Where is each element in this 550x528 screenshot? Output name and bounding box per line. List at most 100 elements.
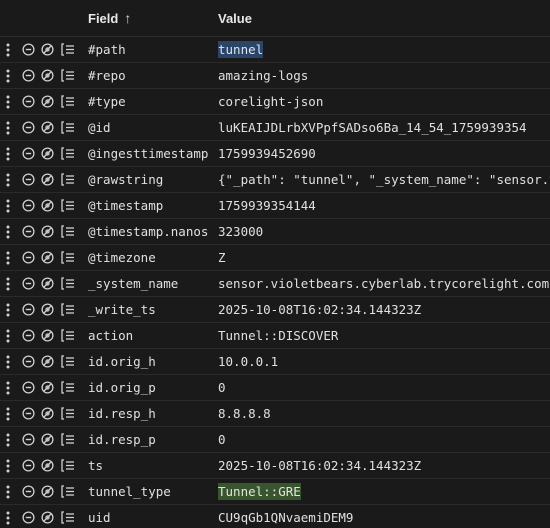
field-name[interactable]: @timestamp.nanos [88, 219, 208, 244]
filter-list-icon[interactable] [60, 427, 76, 452]
field-name[interactable]: id.orig_p [88, 375, 156, 400]
eye-off-icon[interactable] [40, 141, 54, 166]
table-row[interactable]: id.resp_h 8.8.8.8 [0, 401, 550, 427]
filter-list-icon[interactable] [60, 453, 76, 478]
eye-off-icon[interactable] [40, 193, 54, 218]
vertical-dots-icon[interactable] [2, 167, 14, 192]
eye-off-icon[interactable] [40, 427, 54, 452]
table-row[interactable]: tunnel_type Tunnel::GRE [0, 479, 550, 505]
field-name[interactable]: tunnel_type [88, 479, 171, 504]
minus-circle-icon[interactable] [21, 479, 35, 504]
table-row[interactable]: #repo amazing-logs [0, 63, 550, 89]
field-value[interactable]: {"_path": "tunnel", "_system_name": "sen… [218, 167, 550, 192]
field-value[interactable]: luKEAIJDLrbXVPpfSADso6Ba_14_54_175993935… [218, 115, 527, 140]
table-row[interactable]: uid CU9qGb1QNvaemiDEM9 [0, 505, 550, 528]
vertical-dots-icon[interactable] [2, 37, 14, 62]
filter-list-icon[interactable] [60, 297, 76, 322]
eye-off-icon[interactable] [40, 349, 54, 374]
field-column-header[interactable]: Field ↑ [88, 10, 131, 26]
minus-circle-icon[interactable] [21, 505, 35, 528]
table-row[interactable]: id.orig_p 0 [0, 375, 550, 401]
field-value[interactable]: CU9qGb1QNvaemiDEM9 [218, 505, 353, 528]
field-value[interactable]: 0 [218, 427, 226, 452]
eye-off-icon[interactable] [40, 115, 54, 140]
field-value[interactable]: 1759939452690 [218, 141, 316, 166]
vertical-dots-icon[interactable] [2, 141, 14, 166]
minus-circle-icon[interactable] [21, 167, 35, 192]
minus-circle-icon[interactable] [21, 141, 35, 166]
eye-off-icon[interactable] [40, 219, 54, 244]
eye-off-icon[interactable] [40, 323, 54, 348]
table-row[interactable]: @rawstring {"_path": "tunnel", "_system_n… [0, 167, 550, 193]
table-row[interactable]: #type corelight-json [0, 89, 550, 115]
filter-list-icon[interactable] [60, 37, 76, 62]
minus-circle-icon[interactable] [21, 349, 35, 374]
eye-off-icon[interactable] [40, 505, 54, 528]
field-name[interactable]: ts [88, 453, 103, 478]
filter-list-icon[interactable] [60, 141, 76, 166]
vertical-dots-icon[interactable] [2, 271, 14, 296]
minus-circle-icon[interactable] [21, 427, 35, 452]
filter-list-icon[interactable] [60, 89, 76, 114]
table-row[interactable]: @timestamp.nanos 323000 [0, 219, 550, 245]
vertical-dots-icon[interactable] [2, 323, 14, 348]
vertical-dots-icon[interactable] [2, 453, 14, 478]
filter-list-icon[interactable] [60, 349, 76, 374]
eye-off-icon[interactable] [40, 453, 54, 478]
minus-circle-icon[interactable] [21, 245, 35, 270]
field-name[interactable]: _write_ts [88, 297, 156, 322]
field-name[interactable]: @rawstring [88, 167, 163, 192]
table-row[interactable]: #path tunnel [0, 37, 550, 63]
field-name[interactable]: uid [88, 505, 111, 528]
field-value[interactable]: tunnel [218, 37, 264, 62]
eye-off-icon[interactable] [40, 297, 54, 322]
eye-off-icon[interactable] [40, 271, 54, 296]
vertical-dots-icon[interactable] [2, 193, 14, 218]
field-value[interactable]: 10.0.0.1 [218, 349, 278, 374]
filter-list-icon[interactable] [60, 271, 76, 296]
minus-circle-icon[interactable] [21, 375, 35, 400]
vertical-dots-icon[interactable] [2, 63, 14, 88]
filter-list-icon[interactable] [60, 479, 76, 504]
filter-list-icon[interactable] [60, 323, 76, 348]
field-value[interactable]: Tunnel::DISCOVER [218, 323, 338, 348]
table-row[interactable]: action Tunnel::DISCOVER [0, 323, 550, 349]
eye-off-icon[interactable] [40, 245, 54, 270]
minus-circle-icon[interactable] [21, 401, 35, 426]
field-name[interactable]: @timezone [88, 245, 156, 270]
field-name[interactable]: @ingesttimestamp [88, 141, 208, 166]
field-name[interactable]: _system_name [88, 271, 178, 296]
vertical-dots-icon[interactable] [2, 245, 14, 270]
eye-off-icon[interactable] [40, 479, 54, 504]
table-row[interactable]: @timezone Z [0, 245, 550, 271]
vertical-dots-icon[interactable] [2, 115, 14, 140]
field-value[interactable]: 2025-10-08T16:02:34.144323Z [218, 297, 421, 322]
filter-list-icon[interactable] [60, 193, 76, 218]
eye-off-icon[interactable] [40, 37, 54, 62]
eye-off-icon[interactable] [40, 63, 54, 88]
table-row[interactable]: @id luKEAIJDLrbXVPpfSADso6Ba_14_54_175993… [0, 115, 550, 141]
field-value[interactable]: 1759939354144 [218, 193, 316, 218]
field-name[interactable]: id.orig_h [88, 349, 156, 374]
filter-list-icon[interactable] [60, 401, 76, 426]
sort-ascending-icon[interactable]: ↑ [124, 10, 131, 26]
field-value[interactable]: 8.8.8.8 [218, 401, 271, 426]
field-value[interactable]: sensor.violetbears.cyberlab.trycorelight… [218, 271, 549, 296]
field-value[interactable]: Tunnel::GRE [218, 479, 301, 504]
filter-list-icon[interactable] [60, 245, 76, 270]
minus-circle-icon[interactable] [21, 63, 35, 88]
field-value[interactable]: amazing-logs [218, 63, 308, 88]
minus-circle-icon[interactable] [21, 453, 35, 478]
table-row[interactable]: _system_name sensor.violetbears.cyberlab.… [0, 271, 550, 297]
eye-off-icon[interactable] [40, 401, 54, 426]
minus-circle-icon[interactable] [21, 193, 35, 218]
filter-list-icon[interactable] [60, 375, 76, 400]
field-name[interactable]: id.resp_h [88, 401, 156, 426]
minus-circle-icon[interactable] [21, 89, 35, 114]
table-row[interactable]: id.orig_h 10.0.0.1 [0, 349, 550, 375]
table-row[interactable]: @timestamp 1759939354144 [0, 193, 550, 219]
field-name[interactable]: action [88, 323, 133, 348]
filter-list-icon[interactable] [60, 63, 76, 88]
vertical-dots-icon[interactable] [2, 427, 14, 452]
vertical-dots-icon[interactable] [2, 349, 14, 374]
